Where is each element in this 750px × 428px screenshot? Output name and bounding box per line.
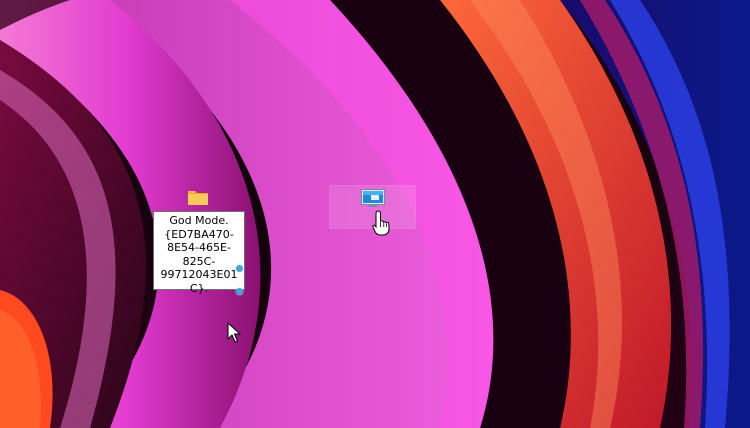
monitor-icon [361, 189, 385, 207]
desktop[interactable]: God Mode. {ED7BA470- 8E54-465E- 825C- 99… [0, 0, 750, 428]
hand-pointer-cursor-icon [372, 210, 390, 236]
arrow-cursor-icon [227, 322, 241, 343]
folder-icon [188, 191, 208, 205]
selection-handle-top[interactable] [236, 265, 243, 272]
rename-textbox[interactable]: God Mode. {ED7BA470- 8E54-465E- 825C- 99… [153, 211, 245, 295]
selection-handle-bottom[interactable] [236, 288, 243, 295]
